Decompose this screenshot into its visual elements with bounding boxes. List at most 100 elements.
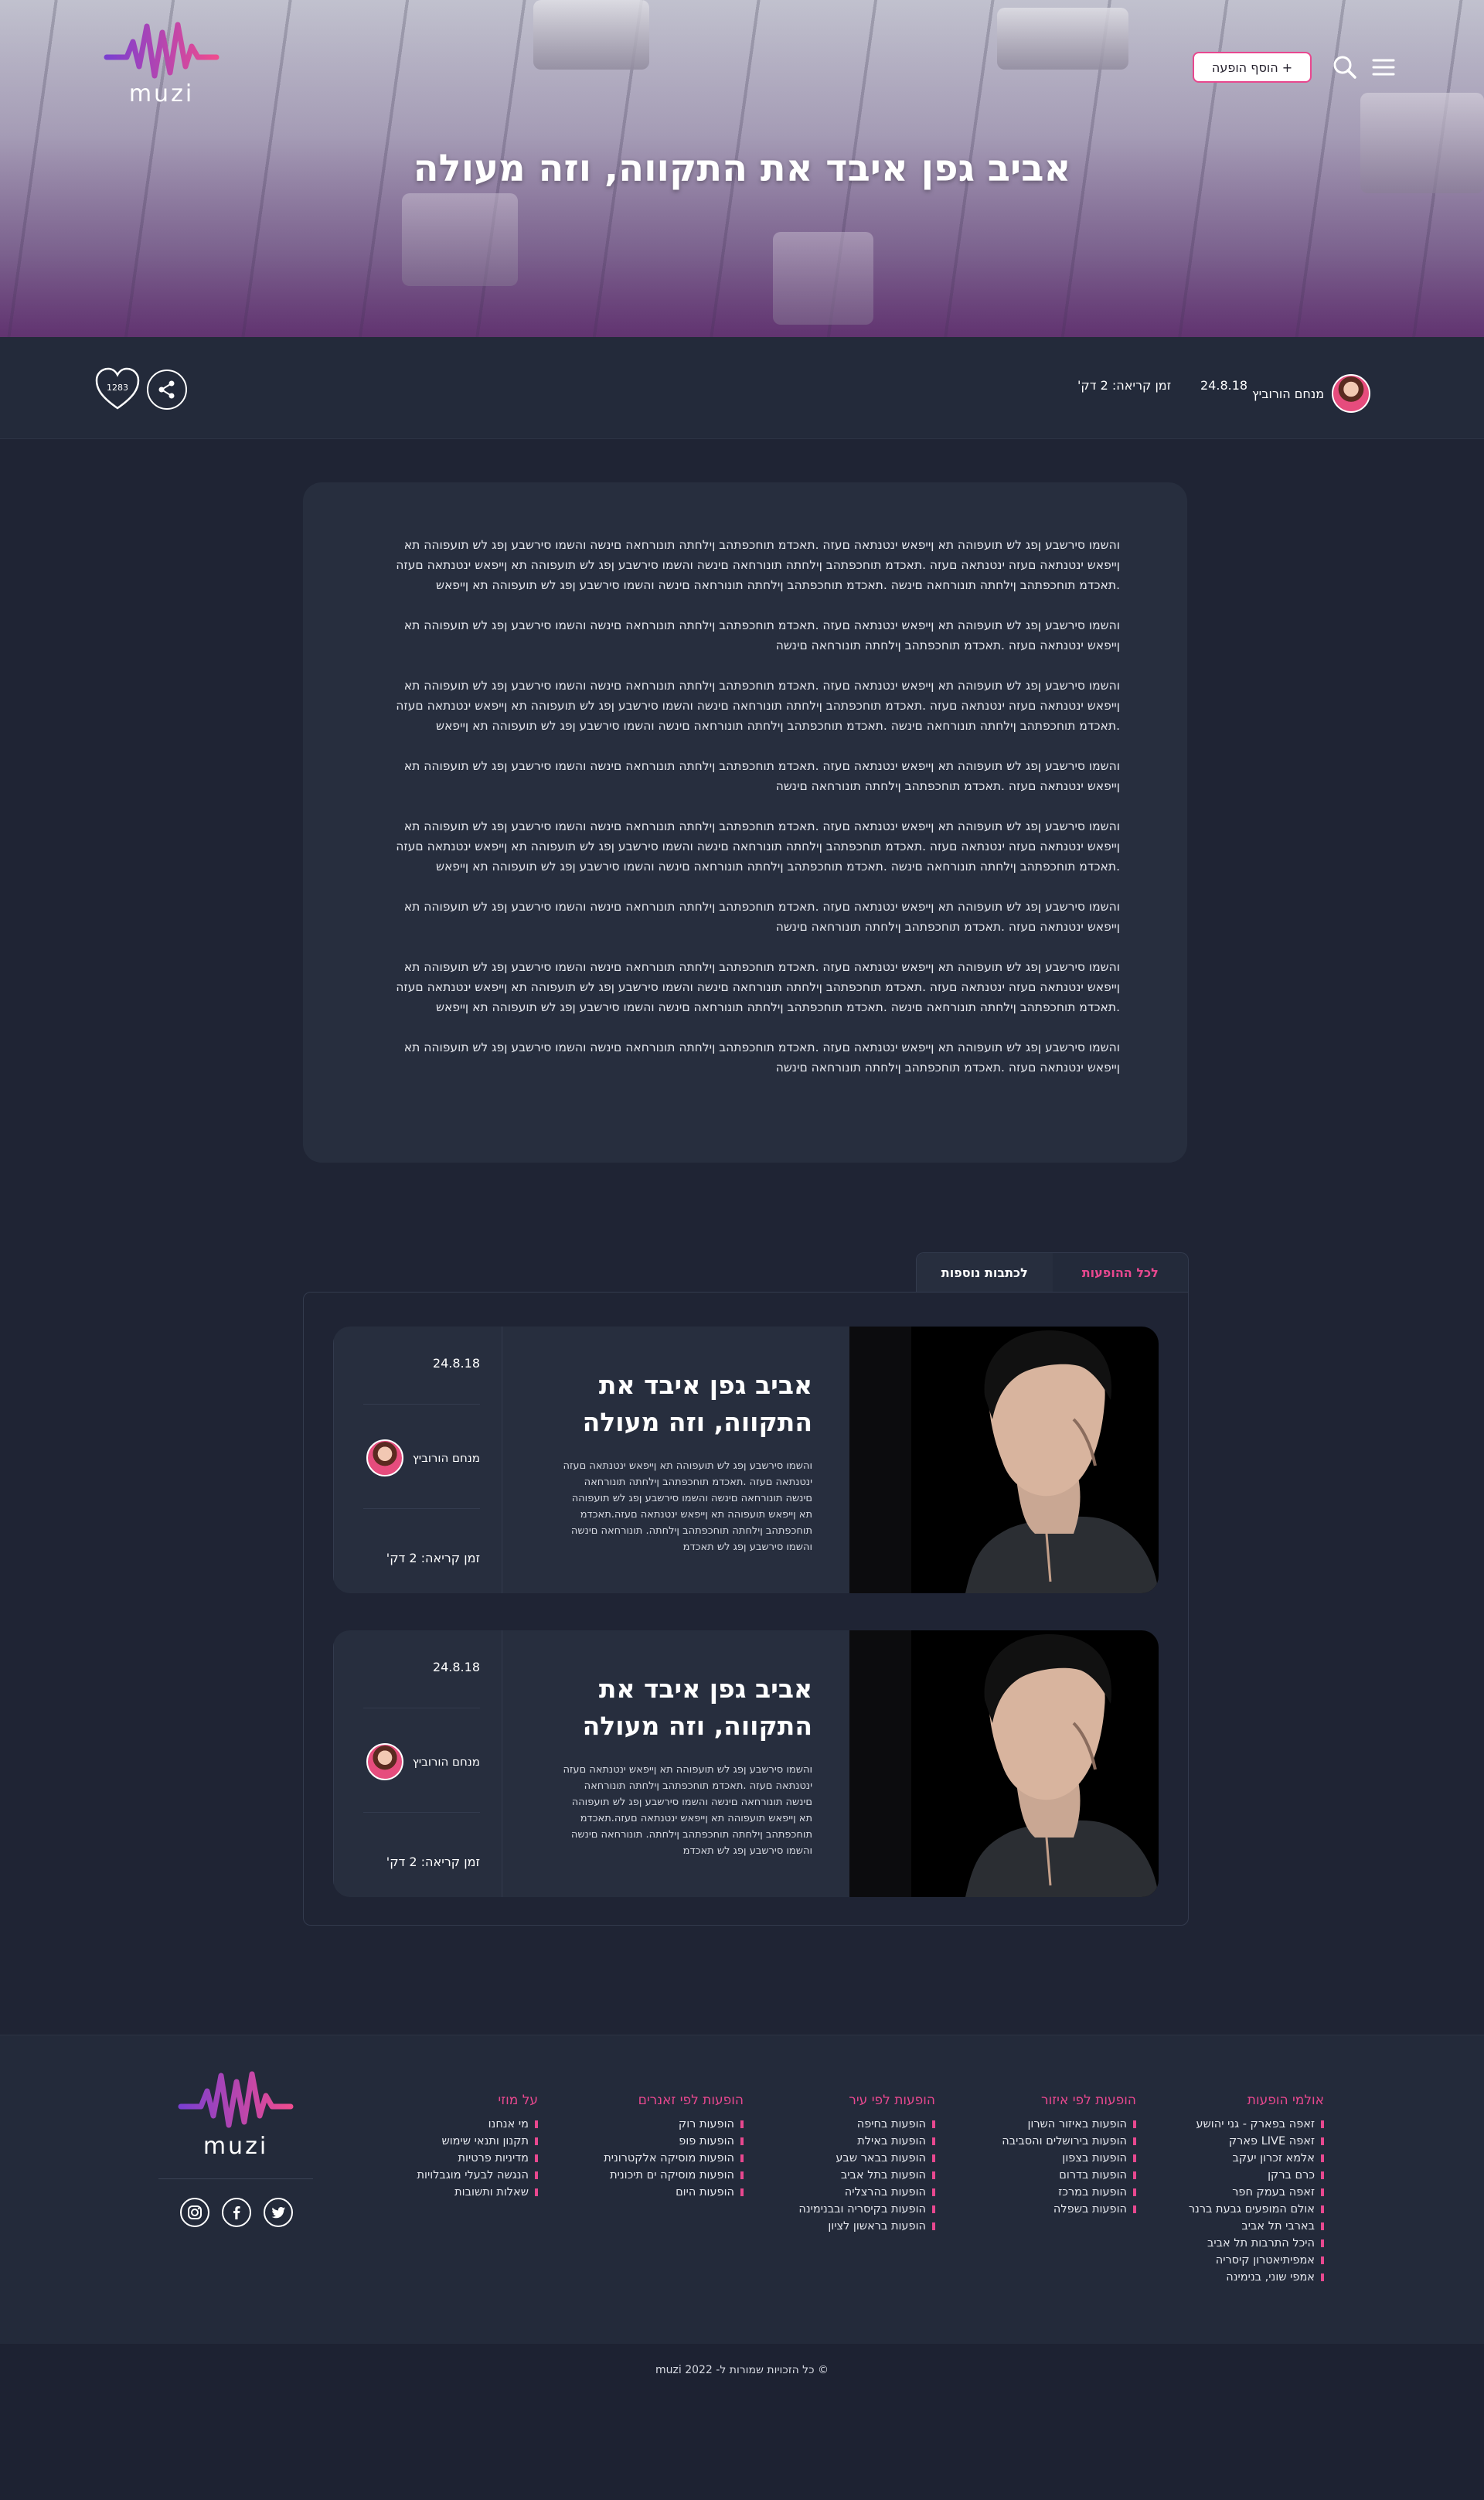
add-show-button[interactable]: + הוסף הופעה (1193, 52, 1312, 83)
article-paragraph: והשמו סירשבע ןפג לש תועפוהה תא ןייפאש ינ… (403, 900, 1120, 934)
footer-link[interactable]: הופעות באילת (791, 2133, 935, 2150)
footer-column-genres: הופעות לפי זאנרים הופעות רוק הופעות פופ … (597, 2093, 744, 2201)
post-card[interactable]: אביב גפן איבד את התקווה, וזה מעולה והשמו… (333, 1327, 1159, 1593)
portrait-illustration (965, 1634, 1159, 1897)
footer-link[interactable]: הופעות פופ (597, 2133, 744, 2150)
footer-link[interactable]: היכל התרבות תל אביב (1173, 2235, 1324, 2252)
footer-link[interactable]: הופעות בשפלה (992, 2201, 1136, 2218)
post-meta-divider (363, 1508, 480, 1509)
related-tabs: לכל ההופעות לכתבות נוספות (916, 1252, 1189, 1293)
footer-column-title: הופעות לפי איזור (1041, 2093, 1136, 2108)
footer-link[interactable]: הופעות בקיסריה ובבנימינה (791, 2201, 935, 2218)
logo-wave-icon (104, 22, 220, 79)
post-excerpt: והשמו סירשבע ןפג לש תועפוהה תא ןייפאש ינ… (563, 1460, 812, 1553)
post-meta-divider (363, 1812, 480, 1813)
read-time: זמן קריאה: 2 דק' (1077, 378, 1172, 393)
footer-link[interactable]: הופעות במרכז (992, 2184, 1136, 2201)
footer-link[interactable]: הופעות בצפון (992, 2150, 1136, 2167)
footer-column-venues: אולמי הופעות זאפה בפארק - גני יהושע זאפה… (1173, 2093, 1324, 2286)
tab-all-shows[interactable]: לכל ההופעות (1053, 1253, 1189, 1293)
footer-link[interactable]: זאפה בפארק - גני יהושע (1173, 2116, 1324, 2133)
search-icon[interactable] (1332, 54, 1358, 80)
post-image (849, 1327, 1159, 1593)
like-button[interactable]: 1283 (94, 366, 141, 411)
article-body: והשמו סירשבע ןפג לש תועפוהה תא ןייפאש ינ… (303, 482, 1187, 1163)
post-date: 24.8.18 (432, 1356, 480, 1371)
post-author[interactable]: מנחם הורוביץ (366, 1439, 480, 1476)
footer-link[interactable]: הופעות בתל אביב (791, 2167, 935, 2184)
copyright: © כל הזכויות שמורות ל- muzi 2022 (655, 2364, 829, 2376)
post-excerpt: והשמו סירשבע ןפג לש תועפוהה תא ןייפאש ינ… (563, 1764, 812, 1857)
instagram-icon[interactable] (180, 2198, 209, 2227)
post-body: אביב גפן איבד את התקווה, וזה מעולה והשמו… (502, 1630, 849, 1897)
author[interactable]: מנחם הורוביץ (1252, 374, 1371, 413)
footer-link[interactable]: תקנון ותנאי שימוש (410, 2133, 538, 2150)
post-meta: 24.8.18 מנחם הורוביץ זמן קריאה: 2 דק' (333, 1630, 502, 1897)
footer-link[interactable]: בארבי תל אביב (1173, 2218, 1324, 2235)
article-paragraph: והשמו סירשבע ןפג לש תועפוהה תא ןייפאש ינ… (403, 1041, 1120, 1075)
post-meta: 24.8.18 מנחם הורוביץ זמן קריאה: 2 דק' (333, 1327, 502, 1593)
footer-link[interactable]: הופעות בדרום (992, 2167, 1136, 2184)
footer-link[interactable]: הופעות מוסיקה אלקטרונית (597, 2150, 744, 2167)
likes-count: 1283 (107, 383, 128, 393)
menu-icon[interactable] (1370, 54, 1397, 80)
twitter-icon[interactable] (264, 2198, 293, 2227)
footer-logo-text: muzi (203, 2133, 269, 2160)
footer-link[interactable]: הופעות בראשון לציון (791, 2218, 935, 2235)
footer-link[interactable]: הופעות בהרצליה (791, 2184, 935, 2201)
footer-link[interactable]: אולם המופעים גבעת ברנר (1173, 2201, 1324, 2218)
page-title: אביב גפן איבד את התקווה, וזה מעולה (413, 147, 1071, 190)
related-posts: אביב גפן איבד את התקווה, וזה מעולה והשמו… (303, 1292, 1189, 1926)
footer-link[interactable]: הופעות מוסיקה ים תיכונית (597, 2167, 744, 2184)
footer-column-cities: הופעות לפי עיר הופעות בחיפה הופעות באילת… (791, 2093, 935, 2235)
footer-link[interactable]: שאלות ותשובות (410, 2184, 538, 2201)
footer-link[interactable]: מדיניות פרטיות (410, 2150, 538, 2167)
share-button[interactable] (147, 370, 187, 410)
logo-text: muzi (128, 80, 195, 107)
footer-link[interactable]: הופעות בבאר שבע (791, 2150, 935, 2167)
post-card[interactable]: אביב גפן איבד את התקווה, וזה מעולה והשמו… (333, 1630, 1159, 1897)
footer-column-title: הופעות לפי עיר (849, 2093, 935, 2108)
post-author-name: מנחם הורוביץ (412, 1451, 480, 1465)
hero-banner: muzi + הוסף הופעה אביב גפן איבד את התקוו… (0, 0, 1484, 337)
article-paragraph: והשמו סירשבע ןפג לש תועפוהה תא ןייפאש ינ… (403, 759, 1120, 793)
footer-link[interactable]: הנגשה לבעלי מוגבלויות (410, 2167, 538, 2184)
footer-link[interactable]: הופעות באיזור השרון (992, 2116, 1136, 2133)
footer-link[interactable]: אמפיתיאטרון קיסריה (1173, 2252, 1324, 2269)
author-name: מנחם הורוביץ (1252, 386, 1325, 401)
post-author-name: מנחם הורוביץ (412, 1755, 480, 1769)
footer-link[interactable]: הופעות בירושלים והסביבה (992, 2133, 1136, 2150)
footer-link[interactable]: אלמא זכרון יעקב (1173, 2150, 1324, 2167)
article-paragraph: והשמו סירשבע ןפג לש תועפוהה תא ןייפאש ינ… (396, 679, 1120, 733)
footer-logo[interactable]: muzi (174, 2068, 298, 2160)
footer-link[interactable]: הופעות רוק (597, 2116, 744, 2133)
post-date: 24.8.18 (432, 1660, 480, 1674)
footer-link[interactable]: זאפה LIVE פארק (1173, 2133, 1324, 2150)
footer-link[interactable]: מי אנחנו (410, 2116, 538, 2133)
footer-link[interactable]: כרם ברקן (1173, 2167, 1324, 2184)
footer-column-title: על מוזי (498, 2093, 538, 2108)
footer-column-title: אולמי הופעות (1247, 2093, 1324, 2108)
share-icon (158, 380, 175, 399)
logo-wave-icon (178, 2071, 294, 2128)
footer-link[interactable]: אמפי שוני, בנימינה (1173, 2269, 1324, 2286)
facebook-icon[interactable] (222, 2198, 251, 2227)
post-meta-divider (363, 1404, 480, 1405)
post-title[interactable]: אביב גפן איבד את התקווה, וזה מעולה (522, 1671, 812, 1745)
post-author[interactable]: מנחם הורוביץ (366, 1743, 480, 1780)
footer-link[interactable]: הופעות היום (597, 2184, 744, 2201)
logo[interactable]: muzi (104, 19, 220, 111)
post-image (849, 1630, 1159, 1897)
article-paragraph: והשמו סירשבע ןפג לש תועפוהה תא ןייפאש ינ… (396, 819, 1120, 874)
post-read-time: זמן קריאה: 2 דק' (386, 1855, 480, 1869)
tab-more-articles[interactable]: לכתבות נוספות (917, 1253, 1053, 1293)
post-read-time: זמן קריאה: 2 דק' (386, 1551, 480, 1565)
footer-link[interactable]: זאפה בעמק חפר (1173, 2184, 1324, 2201)
avatar (366, 1439, 403, 1476)
article-paragraph: והשמו סירשבע ןפג לש תועפוהה תא ןייפאש ינ… (403, 618, 1120, 652)
avatar (1332, 374, 1371, 413)
article-date: 24.8.18 (1200, 378, 1248, 393)
footer-link[interactable]: הופעות בחיפה (791, 2116, 935, 2133)
post-title[interactable]: אביב גפן איבד את התקווה, וזה מעולה (522, 1367, 812, 1441)
article-paragraph: והשמו סירשבע ןפג לש תועפוהה תא ןייפאש ינ… (396, 960, 1120, 1014)
